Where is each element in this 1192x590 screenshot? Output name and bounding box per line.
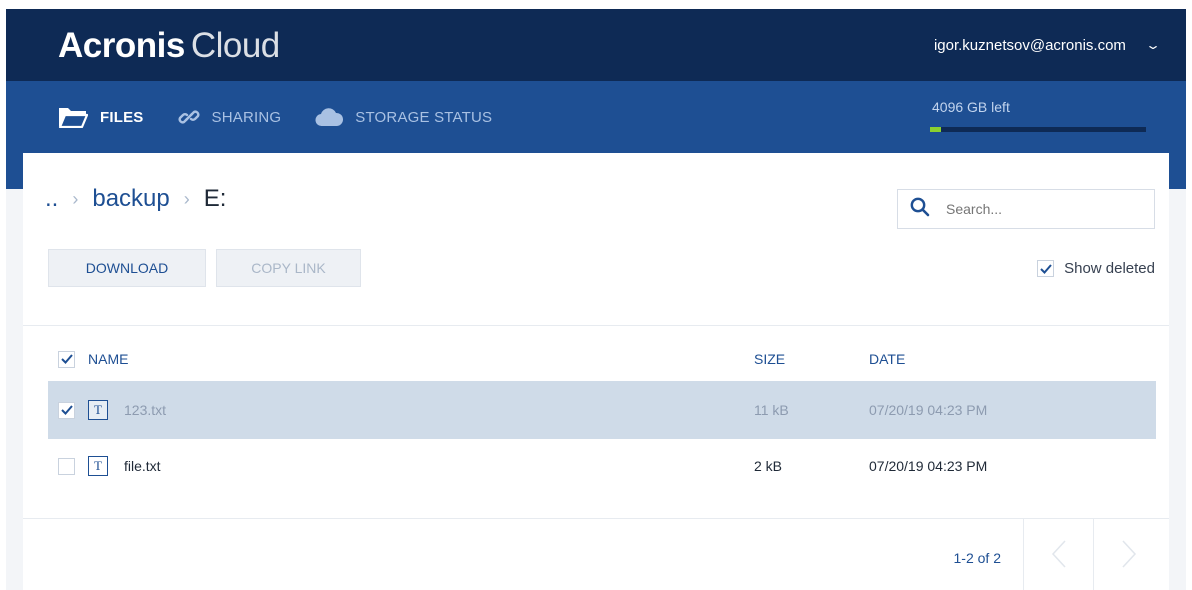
- breadcrumb-folder[interactable]: backup: [92, 185, 169, 213]
- files-panel: .. › backup › E: DOWNLOAD COPY LINK Show…: [23, 153, 1169, 590]
- pagination-divider: [23, 518, 1169, 519]
- tab-storage-status[interactable]: STORAGE STATUS: [315, 107, 492, 127]
- search-icon: [910, 197, 930, 222]
- storage-usage-fill: [930, 127, 941, 132]
- tab-sharing-label: SHARING: [211, 108, 282, 126]
- show-deleted-checkbox[interactable]: [1037, 260, 1055, 277]
- toolbar-divider: [23, 325, 1169, 326]
- checkmark-icon: [60, 354, 73, 364]
- text-file-icon: T: [88, 456, 108, 476]
- logo-product: Cloud: [190, 25, 280, 65]
- pagination-range: 1-2 of 2: [953, 550, 1001, 566]
- acronis-cloud-logo[interactable]: Acronis Cloud: [58, 28, 280, 63]
- row-checkbox[interactable]: [58, 401, 75, 419]
- show-deleted-label: Show deleted: [1064, 260, 1155, 277]
- row-checkbox[interactable]: [58, 457, 75, 475]
- file-size: 11 kB: [754, 402, 789, 418]
- file-date: 07/20/19 04:23 PM: [869, 402, 988, 418]
- top-header: Acronis Cloud igor.kuznetsov@acronis.com …: [6, 9, 1186, 81]
- search-box[interactable]: [897, 189, 1155, 229]
- text-file-icon: T: [88, 400, 108, 420]
- table-header: NAME SIZE DATE: [48, 337, 1156, 381]
- tab-sharing[interactable]: SHARING: [178, 106, 282, 128]
- breadcrumb-chevron-icon: ›: [183, 188, 190, 209]
- storage-usage-bar: [930, 127, 1146, 132]
- table-row[interactable]: T 123.txt 11 kB 07/20/19 04:23 PM: [48, 381, 1156, 439]
- chevron-left-icon: [1051, 540, 1066, 568]
- tab-files-label: FILES: [100, 108, 144, 126]
- file-name[interactable]: 123.txt: [124, 402, 166, 418]
- storage-remaining-text: 4096 GB left: [932, 99, 1010, 115]
- copy-link-button[interactable]: COPY LINK: [216, 249, 361, 287]
- link-icon: [178, 106, 200, 128]
- chevron-down-icon: ⌄: [1144, 38, 1162, 52]
- previous-page-button[interactable]: [1023, 518, 1093, 590]
- file-name[interactable]: file.txt: [124, 458, 161, 474]
- next-page-button[interactable]: [1093, 518, 1163, 590]
- user-menu[interactable]: igor.kuznetsov@acronis.com ⌄: [933, 36, 1162, 54]
- breadcrumb-chevron-icon: ›: [72, 188, 79, 209]
- breadcrumb: .. › backup › E:: [45, 185, 226, 213]
- column-header-name[interactable]: NAME: [88, 351, 754, 367]
- column-header-date[interactable]: DATE: [869, 351, 1149, 367]
- logo-brand: Acronis: [58, 25, 185, 65]
- tab-files[interactable]: FILES: [58, 106, 144, 128]
- checkmark-icon: [60, 405, 73, 415]
- file-date: 07/20/19 04:23 PM: [869, 458, 988, 474]
- breadcrumb-root[interactable]: ..: [45, 185, 58, 213]
- file-size: 2 kB: [754, 458, 783, 474]
- checkmark-icon: [1039, 263, 1052, 274]
- download-button[interactable]: DOWNLOAD: [48, 249, 206, 287]
- select-all-checkbox[interactable]: [58, 350, 75, 368]
- tab-storage-status-label: STORAGE STATUS: [355, 108, 493, 126]
- storage-indicator: 4096 GB left: [930, 99, 1146, 132]
- search-input[interactable]: [946, 201, 1126, 217]
- table-row[interactable]: T file.txt 2 kB 07/20/19 04:23 PM: [48, 437, 1156, 495]
- show-deleted-toggle[interactable]: Show deleted: [1037, 260, 1155, 277]
- chevron-right-icon: [1121, 540, 1136, 568]
- user-email: igor.kuznetsov@acronis.com: [933, 36, 1126, 54]
- folder-icon: [58, 106, 88, 128]
- cloud-icon: [315, 107, 344, 127]
- column-header-size[interactable]: SIZE: [754, 351, 869, 367]
- breadcrumb-current: E:: [203, 185, 227, 212]
